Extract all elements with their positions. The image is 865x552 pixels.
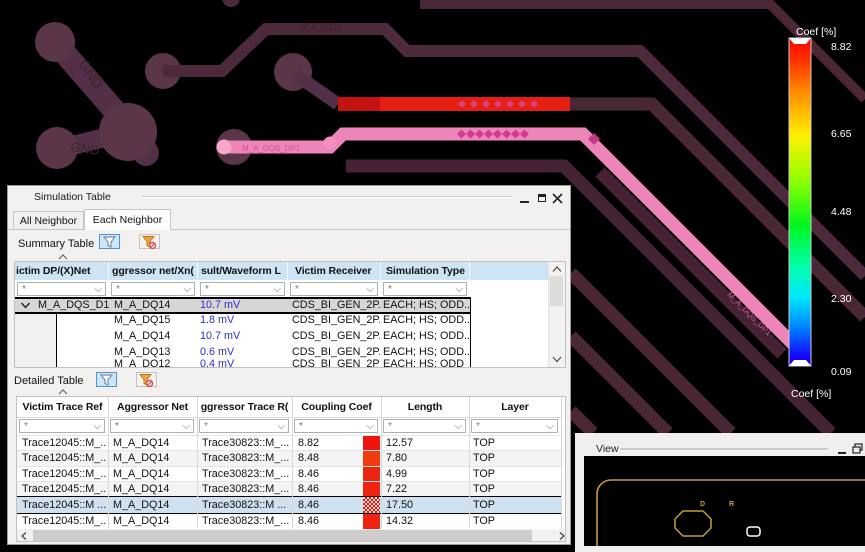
- svg-text:D: D: [700, 501, 705, 508]
- svg-text:R: R: [729, 501, 734, 508]
- svg-text:Coef [%]: Coef [%]: [796, 26, 836, 38]
- svg-text:4.48: 4.48: [831, 206, 852, 218]
- svg-text:0.09: 0.09: [831, 366, 852, 378]
- svg-text:6.65: 6.65: [831, 128, 852, 140]
- svg-text:Coef [%]: Coef [%]: [791, 388, 831, 400]
- svg-text:8.82: 8.82: [831, 41, 852, 53]
- svg-text:M_A_DQ15: M_A_DQ15: [300, 23, 342, 32]
- svg-text:2.30: 2.30: [831, 293, 852, 305]
- svg-text:M_A_DQS_DP1: M_A_DQS_DP1: [242, 144, 301, 153]
